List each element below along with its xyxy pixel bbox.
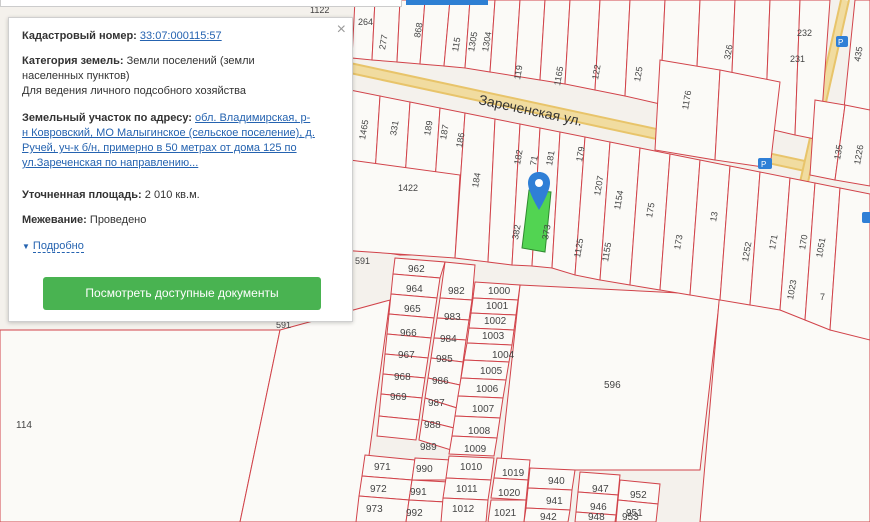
more-link[interactable]: Подробно	[32, 240, 84, 253]
label-940: 940	[548, 476, 565, 487]
label-1007: 1007	[472, 404, 495, 415]
label-231: 231	[790, 54, 805, 64]
label-1009: 1009	[464, 444, 487, 455]
label-264: 264	[358, 17, 373, 27]
label-1005: 1005	[480, 366, 503, 377]
label-1019: 1019	[502, 468, 525, 479]
view-documents-button[interactable]: Посмотреть доступные документы	[43, 277, 321, 310]
address-link-2[interactable]: н Ковровский, МО Малыгинское (сельское п…	[22, 127, 315, 139]
label-966: 966	[400, 328, 417, 339]
area-value: 2 010 кв.м.	[144, 189, 200, 201]
label-1422: 1422	[398, 183, 418, 193]
label-1010: 1010	[460, 462, 483, 473]
parcel-114	[0, 329, 281, 522]
label-7: 7	[820, 292, 825, 302]
label-13: 13	[708, 211, 720, 223]
label-964: 964	[406, 284, 423, 295]
label-984: 984	[440, 334, 457, 345]
label-1001: 1001	[486, 301, 509, 312]
label-1003: 1003	[482, 331, 505, 342]
label-968: 968	[394, 372, 411, 383]
address-link-4[interactable]: ул.Зареченская по направлению...	[22, 157, 198, 169]
address-link-1[interactable]: обл. Владимирская, р-	[195, 112, 310, 124]
more-row: ▼ Подробно	[22, 239, 340, 254]
label-71: 71	[528, 155, 540, 167]
label-989: 989	[420, 442, 437, 453]
label-985: 985	[436, 354, 453, 365]
label-987: 987	[428, 398, 445, 409]
address-link-3[interactable]: Ручей, уч-к б/н, примерно в 50 метрах от…	[22, 142, 297, 154]
label-969: 969	[390, 392, 407, 403]
label-1006: 1006	[476, 384, 499, 395]
land-category-label: Категория земель:	[22, 55, 124, 67]
cadastral-number-label: Кадастровый номер:	[22, 30, 137, 42]
label-1011: 1011	[456, 484, 478, 495]
area-label: Уточненная площадь:	[22, 189, 142, 201]
label-952: 952	[630, 490, 647, 501]
label-1020: 1020	[498, 488, 521, 499]
label-1021: 1021	[494, 508, 517, 519]
label-1004: 1004	[492, 350, 515, 361]
label-991: 991	[410, 487, 427, 498]
label-1000: 1000	[488, 286, 511, 297]
survey-row: Межевание: Проведено	[22, 213, 340, 228]
cadastral-number-row: Кадастровый номер: 33:07:000115:57	[22, 29, 340, 44]
label-947: 947	[592, 484, 609, 495]
label-962: 962	[408, 264, 425, 275]
parcel-596	[499, 284, 721, 471]
label-982: 982	[448, 286, 465, 297]
label-990: 990	[416, 464, 433, 475]
label-965: 965	[404, 304, 421, 315]
expand-triangle-icon: ▼	[22, 242, 30, 251]
label-983: 983	[444, 312, 461, 323]
label-948: 948	[588, 512, 605, 522]
parcel-info-popup: × Кадастровый номер: 33:07:000115:57 Кат…	[8, 17, 353, 322]
survey-label: Межевание:	[22, 214, 87, 226]
land-category-row: Категория земель: Земли поселений (земли…	[22, 54, 340, 99]
label-114: 114	[16, 420, 32, 431]
label-992: 992	[406, 508, 423, 519]
label-942: 942	[540, 512, 557, 522]
label-596: 596	[604, 380, 621, 391]
land-category-value-1: Земли поселений (земли	[126, 55, 255, 67]
label-941: 941	[546, 496, 563, 507]
label-986: 986	[432, 376, 449, 387]
svg-text:Р: Р	[838, 38, 843, 47]
land-category-value-2: населенных пунктов)	[22, 70, 130, 82]
cadastral-number-link[interactable]: 33:07:000115:57	[140, 30, 222, 42]
svg-text:Р: Р	[761, 160, 766, 169]
address-label: Земельный участок по адресу:	[22, 112, 192, 124]
label-953: 953	[622, 512, 639, 522]
label-1002: 1002	[484, 316, 507, 327]
address-row: Земельный участок по адресу: обл. Владим…	[22, 111, 340, 171]
permitted-use: Для ведения личного подсобного хозяйства	[22, 85, 246, 97]
search-button[interactable]	[406, 0, 488, 5]
survey-value: Проведено	[89, 214, 147, 226]
label-591a: 591	[355, 256, 370, 266]
label-1012: 1012	[452, 504, 475, 515]
label-967: 967	[398, 350, 415, 361]
label-972: 972	[370, 484, 387, 495]
area-row: Уточненная площадь: 2 010 кв.м.	[22, 188, 340, 203]
label-232: 232	[797, 28, 812, 38]
location-pin-icon[interactable]	[528, 172, 550, 210]
label-1008: 1008	[468, 426, 491, 437]
label-971: 971	[374, 462, 391, 473]
search-input[interactable]	[0, 0, 402, 7]
label-973: 973	[366, 504, 383, 515]
label-988: 988	[424, 420, 441, 431]
